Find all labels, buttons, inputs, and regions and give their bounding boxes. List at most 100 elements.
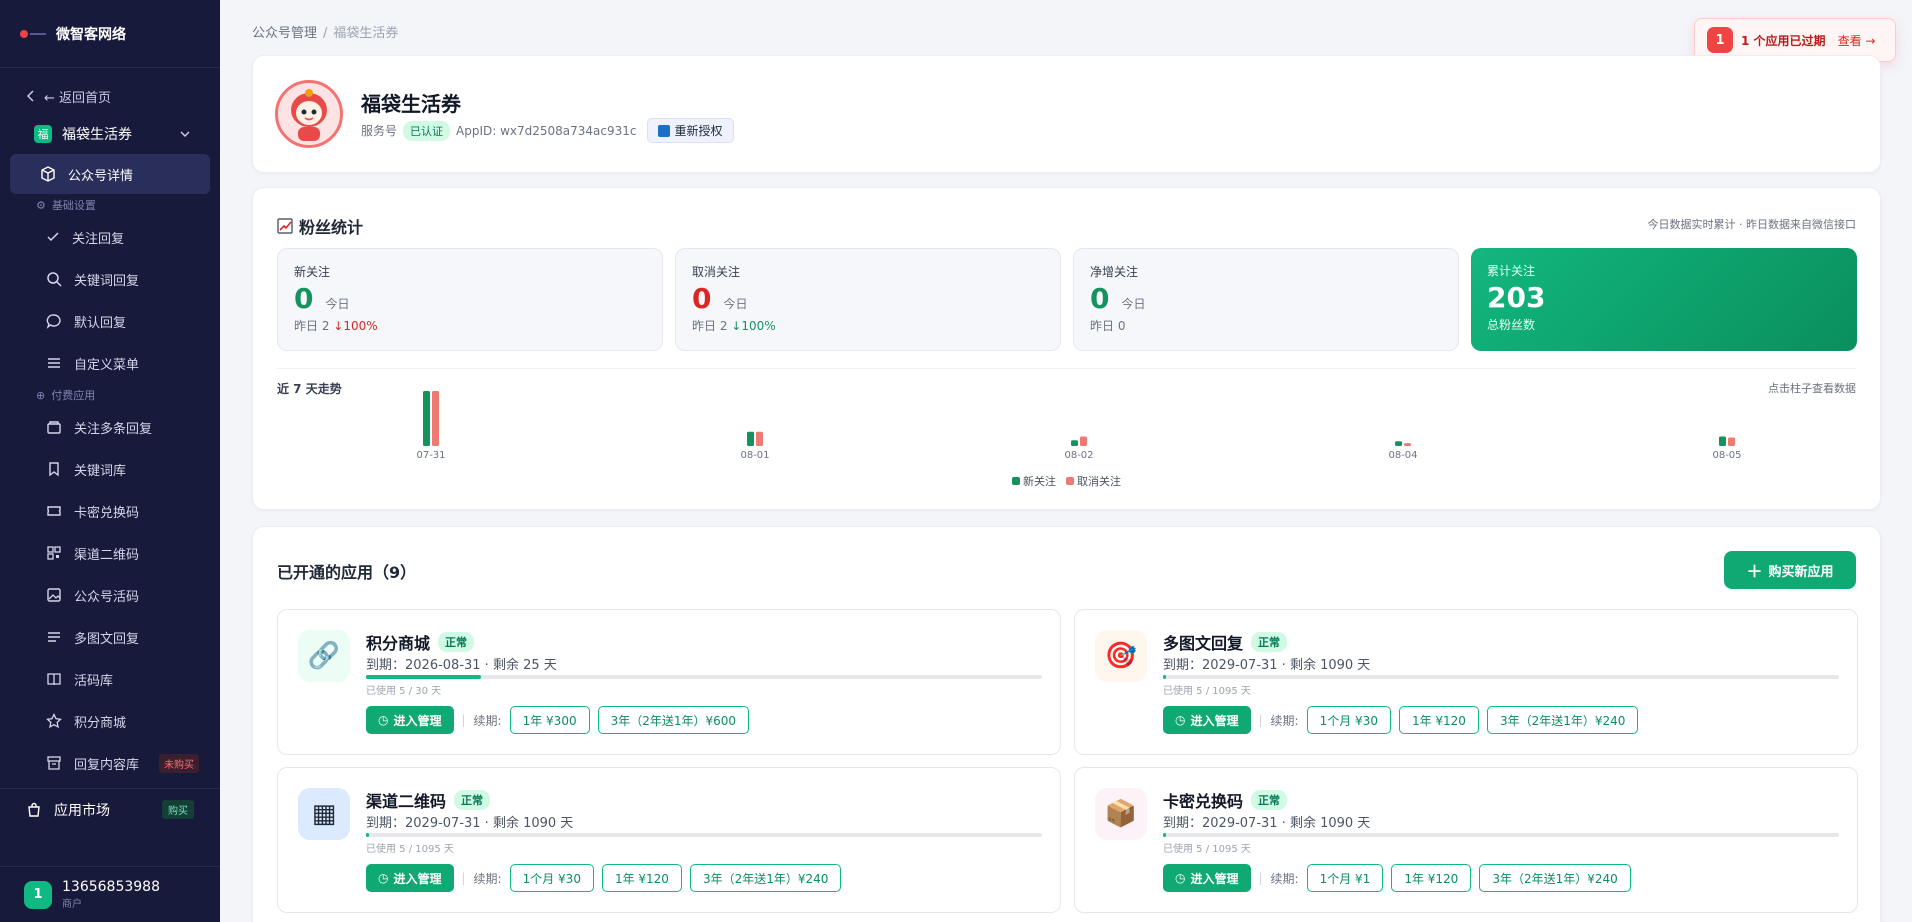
enter-manage-button[interactable]: ◷ 进入管理 [366,706,454,734]
current-app-selector[interactable]: 福福袋生活券 [0,114,220,154]
bar-cancel-07-31[interactable] [432,391,439,446]
bar-new-08-02[interactable] [1071,440,1078,446]
user-name: 13656853988 [62,879,160,895]
sidebar-item-keyword-reply[interactable]: 关键词回复 [0,258,220,300]
separator: | [461,713,466,727]
stat-total-follow: 累计关注 203 总粉丝数 [1471,248,1857,351]
stat-value: 0 今日 [1090,282,1442,315]
user-profile[interactable]: 1 13656853988 商户 [0,866,220,922]
sidebar-item-account-detail[interactable]: 公众号详情 [10,154,210,194]
stat-unfollow: 取消关注 0 今日 昨日 2 ↓100% [675,248,1061,351]
book-icon [47,673,61,686]
app-expire: 到期：2029-07-31 · 剩余 1090 天 [366,816,574,831]
renew-price-button[interactable]: 1年 ¥120 [601,864,682,892]
separator: | [1258,871,1263,885]
back-home-label: ← 返回首页 [44,90,112,106]
separator: | [461,871,466,885]
renew-price-button[interactable]: 1年 ¥120 [1398,706,1479,734]
usage-progress-fill [1163,833,1167,837]
breadcrumb-separator: / [323,26,328,41]
app-actions: ◷ 进入管理 | 续期: 1个月 ¥30 1年 ¥120 3年（2年送1年）¥240 [1163,706,1639,734]
stat-yesterday-value: 昨日 2 [692,319,728,333]
sidebar-item-follow-reply[interactable]: 关注回复 [0,216,220,258]
sidebar-item-label: 渠道二维码 [74,547,140,563]
sidebar-item-live-code-library[interactable]: 活码库 [0,658,220,700]
renew-price-button[interactable]: 3年（2年送1年）¥240 [1486,706,1639,734]
sidebar-item-app-market[interactable]: 应用市场 购买 [0,788,220,830]
stat-today-label: 今日 [325,297,350,311]
enter-manage-button[interactable]: ◷ 进入管理 [1163,864,1251,892]
buy-new-app-button[interactable]: ＋ 购买新应用 [1724,551,1856,589]
enter-manage-button[interactable]: ◷ 进入管理 [1163,706,1251,734]
app-name: 卡密兑换码 [1163,792,1244,811]
sidebar-item-default-reply[interactable]: 默认回复 [0,300,220,342]
app-icon: 福 [34,125,52,143]
plus-icon: ＋ [1746,562,1763,581]
reauthorize-button[interactable]: 重新授权 [646,118,734,143]
stat-label: 取消关注 [692,265,741,279]
app-card: ▦ 渠道二维码 正常 到期：2029-07-31 · 剩余 1090 天 已使用 … [277,767,1061,913]
sidebar-item-custom-menu[interactable]: 自定义菜单 [0,342,220,384]
bar-new-08-04[interactable] [1395,441,1402,446]
sidebar-item-points-mall[interactable]: 积分商城 [0,700,220,742]
user-role: 商户 [62,899,82,910]
stat-sub: 总粉丝数 [1487,318,1536,332]
renew-price-button[interactable]: 3年（2年送1年）¥240 [689,864,842,892]
enter-manage-button[interactable]: ◷ 进入管理 [366,864,454,892]
renew-price-button[interactable]: 1年 ¥300 [509,706,590,734]
breadcrumb-parent[interactable]: 公众号管理 [252,26,317,41]
usage-progress-bar [1163,833,1839,837]
sidebar-item-keyword-library[interactable]: 关键词库 [0,448,220,490]
usage-progress-fill [366,675,481,679]
bar-new-08-01[interactable] [747,431,754,446]
sidebar-item-card-code[interactable]: 卡密兑换码 [0,490,220,532]
back-home-link[interactable]: ← 返回首页 [0,82,220,110]
toast-message: 个应用已过期 [1753,33,1826,48]
brand-logo-icon [20,29,48,39]
legend-swatch [1066,477,1074,485]
sidebar-item-multi-follow-reply[interactable]: 关注多条回复 [0,406,220,448]
text-lines-icon [48,632,60,642]
renew-price-button[interactable]: 1个月 ¥30 [509,864,594,892]
sidebar-item-label: 关键词库 [74,463,127,479]
renew-price-button[interactable]: 1年 ¥120 [1391,864,1472,892]
trend-chart[interactable]: 07-31 08-01 08-02 08-04 08-05 [277,388,1858,468]
app-name-row: 多图文回复 正常 [1163,630,1288,654]
account-meta: 服务号 已认证 AppID: wx7d2508a734ac931c 重新授权 [361,118,734,143]
app-usage: 已使用 5 / 1095 天 [366,844,454,855]
renew-price-button[interactable]: 3年（2年送1年）¥240 [1479,864,1631,892]
sidebar-item-multi-article-reply[interactable]: 多图文回复 [0,616,220,658]
status-badge: 正常 [438,632,475,652]
sidebar-item-channel-qrcode[interactable]: 渠道二维码 [0,532,220,574]
bar-cancel-08-02[interactable] [1080,436,1087,446]
buy-badge: 购买 [162,800,194,819]
sidebar-item-label: 公众号活码 [74,589,140,605]
bar-cancel-08-04[interactable] [1404,443,1411,446]
bar-cancel-08-01[interactable] [756,431,763,446]
app-name: 积分商城 [366,634,431,653]
bar-cancel-08-05[interactable] [1728,437,1735,446]
app-actions: ◷ 进入管理 | 续期: 1个月 ¥30 1年 ¥120 3年（2年送1年）¥240 [366,864,842,892]
expired-count: 1 [1707,27,1733,53]
bar-new-07-31[interactable] [423,391,430,446]
usage-progress-bar [366,675,1042,679]
renew-price-button[interactable]: 3年（2年送1年）¥600 [597,706,750,734]
stat-today-label: 今日 [723,297,748,311]
renew-price-button[interactable]: 1个月 ¥30 [1306,706,1391,734]
buy-label: 购买新应用 [1768,564,1834,580]
toast-view-link[interactable]: 查看 → [1838,32,1876,49]
clock-icon: ◷ [378,713,389,727]
enter-manage-label: 进入管理 [393,713,442,728]
legend-swatch [1012,477,1020,485]
renew-price-button[interactable]: 1个月 ¥1 [1306,864,1384,892]
bookmark-icon [49,462,59,477]
group-label: 付费应用 [51,389,96,402]
wechat-auth-icon [657,124,670,137]
stat-yesterday: 昨日 2 ↓100% [692,317,1044,334]
sidebar-item-reply-content-library[interactable]: 回复内容库 未购买 [0,742,220,784]
enter-manage-label: 进入管理 [393,871,442,886]
stat-new-follow: 新关注 0 今日 昨日 2 ↓100% [277,248,663,351]
sidebar-item-live-code[interactable]: 公众号活码 [0,574,220,616]
app-actions: ◷ 进入管理 | 续期: 1年 ¥300 3年（2年送1年）¥600 [366,706,750,734]
bar-new-08-05[interactable] [1719,436,1726,446]
